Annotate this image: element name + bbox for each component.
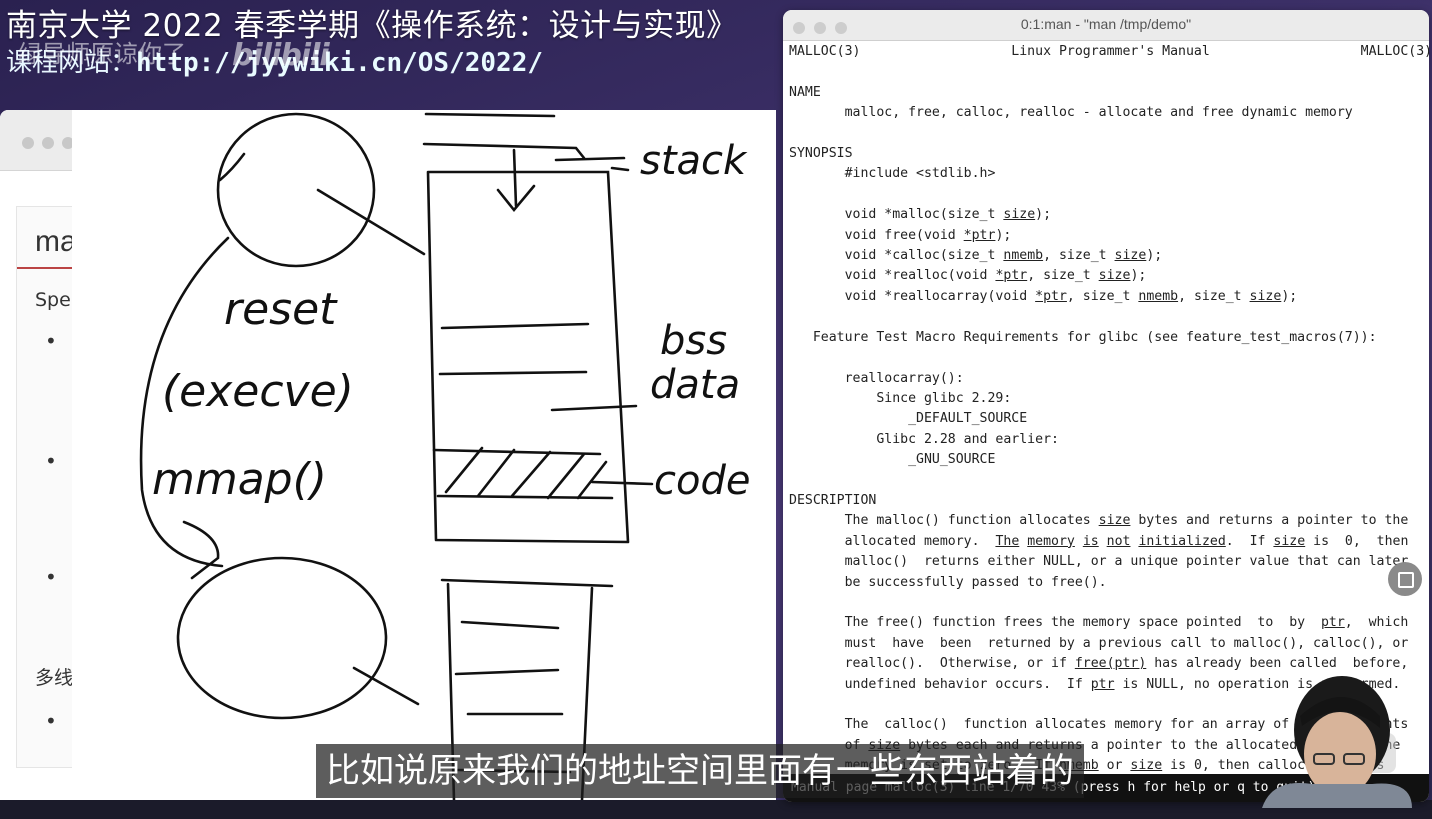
label-mmap: mmap() — [152, 454, 327, 505]
bullet-icon: • — [45, 449, 57, 473]
man-page-content[interactable]: MALLOC(3) Linux Programmer's Manual MALL… — [789, 42, 1429, 777]
whiteboard-drawing: stack bss data code reset (execve) mmap(… — [139, 112, 750, 800]
slide-subheading: Spe — [35, 289, 71, 311]
bullet-icon: • — [45, 329, 57, 353]
video-subtitle: 比如说原来我们的地址空间里面有一些东西站着的 — [316, 744, 1084, 798]
label-stack: stack — [640, 138, 748, 184]
slide-card: ma Spe • • • 多线 • — [16, 206, 78, 768]
slide-section-heading: 多线 — [35, 667, 74, 689]
process-circle-bottom — [176, 556, 388, 720]
presenter-webcam — [1262, 676, 1412, 808]
heading-divider — [17, 267, 77, 269]
terminal-titlebar: 0:1:man - "man /tmp/demo" — [783, 10, 1429, 41]
slide-heading: ma — [35, 225, 77, 258]
danmaku-watermark: 绿导师原谅你了 — [18, 40, 186, 68]
close-button[interactable] — [22, 137, 34, 149]
label-data: data — [650, 362, 740, 408]
terminal-title: 0:1:man - "man /tmp/demo" — [1020, 16, 1192, 32]
minimize-button[interactable] — [42, 137, 54, 149]
taskbar-strip — [0, 800, 1432, 819]
label-code: code — [654, 458, 750, 504]
label-reset: reset — [224, 284, 338, 335]
bilibili-logo: bilibili — [232, 38, 330, 73]
bullet-icon: • — [45, 709, 57, 733]
picture-in-picture-icon[interactable] — [1388, 562, 1422, 596]
address-space-box — [426, 170, 630, 544]
bullet-icon: • — [45, 565, 57, 589]
process-circle-top — [216, 112, 376, 268]
label-execve: (execve) — [162, 366, 354, 417]
whiteboard-canvas[interactable]: stack bss data code reset (execve) mmap(… — [72, 110, 776, 800]
course-url[interactable]: http://jyywiki.cn/OS/2022/ — [136, 48, 543, 78]
label-bss: bss — [660, 318, 727, 364]
